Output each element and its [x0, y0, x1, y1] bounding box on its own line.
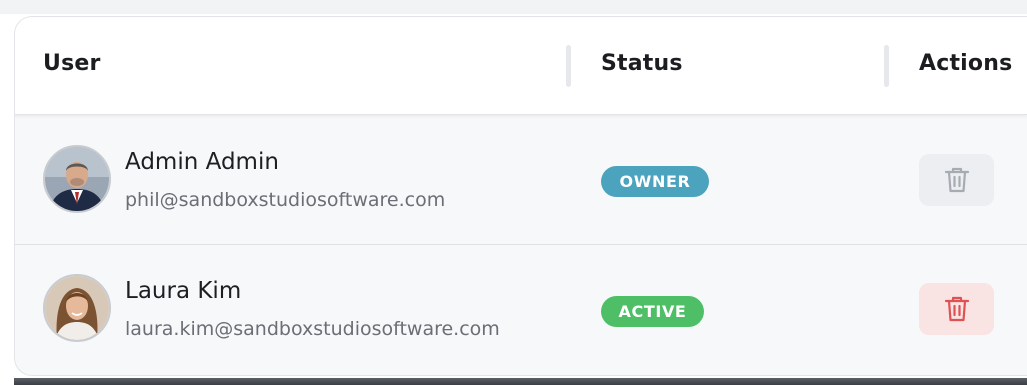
avatar	[43, 145, 111, 213]
trash-icon	[944, 296, 969, 322]
user-name: Laura Kim	[125, 278, 242, 304]
card-shadow	[14, 378, 1027, 385]
delete-user-button[interactable]	[919, 283, 994, 335]
users-table-card: User Status Actions Admin Admin phil@san…	[14, 16, 1027, 376]
delete-user-button[interactable]	[919, 154, 994, 206]
page-background-top	[0, 0, 1027, 14]
status-badge: ACTIVE	[601, 296, 704, 327]
column-resize-handle[interactable]	[884, 45, 889, 87]
user-email: laura.kim@sandboxstudiosoftware.com	[125, 318, 500, 340]
column-header-actions: Actions	[919, 51, 1013, 76]
table-row[interactable]: Admin Admin phil@sandboxstudiosoftware.c…	[15, 115, 1027, 244]
user-name: Admin Admin	[125, 149, 279, 175]
avatar-photo-admin	[45, 147, 109, 211]
avatar	[43, 274, 111, 342]
status-badge: OWNER	[601, 166, 709, 197]
column-header-status[interactable]: Status	[601, 51, 683, 76]
column-header-user[interactable]: User	[43, 51, 101, 76]
user-email: phil@sandboxstudiosoftware.com	[125, 189, 446, 211]
column-resize-handle[interactable]	[566, 45, 571, 87]
table-row[interactable]: Laura Kim laura.kim@sandboxstudiosoftwar…	[15, 245, 1027, 374]
avatar-photo-laura	[45, 276, 109, 340]
trash-icon	[944, 167, 969, 193]
table-header: User Status Actions	[15, 17, 1027, 115]
